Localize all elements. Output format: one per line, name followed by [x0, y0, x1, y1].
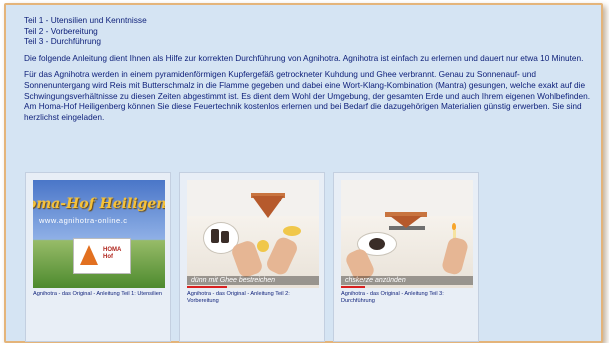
part-2-label: Teil 2 - Vorbereitung	[24, 25, 98, 36]
flame-icon	[80, 245, 98, 265]
video-thumbnail-part-3[interactable]: chskerze anzünden	[341, 180, 473, 288]
video-gallery: oma-Hof Heiligenbe www.agnihotra-online.…	[25, 172, 495, 342]
video-caption-part-1[interactable]: Agnihotra - das Original - Anleitung Tei…	[33, 291, 167, 298]
flame-icon	[452, 223, 456, 230]
ghee-bowl-icon	[283, 226, 301, 236]
video-card-part-2[interactable]: dünn mit Ghee bestreichen Agnihotra - da…	[179, 172, 325, 342]
parts-list: Teil 1 - Utensilien und Kenntnisse Teil …	[24, 15, 594, 47]
logo-line-1: HOMA	[103, 247, 122, 253]
copper-pyramid-icon	[390, 216, 422, 228]
logo-line-2: Hof	[103, 254, 113, 260]
body-paragraph: Für das Agnihotra werden in einem pyrami…	[24, 69, 591, 122]
progress-bar	[187, 286, 227, 288]
video-card-part-1[interactable]: oma-Hof Heiligenbe www.agnihotra-online.…	[25, 172, 171, 342]
thumbnail-title: oma-Hof Heiligenbe	[33, 196, 165, 212]
part-3-label: Teil 3 - Durchführung	[24, 36, 102, 47]
intro-paragraph: Die folgende Anleitung dient Ihnen als H…	[24, 52, 584, 63]
article-text: Teil 1 - Utensilien und Kenntnisse Teil …	[24, 15, 594, 122]
video-overlay-text: chskerze anzünden	[341, 276, 473, 285]
bowl-icon	[369, 238, 385, 250]
video-thumbnail-part-1[interactable]: oma-Hof Heiligenbe www.agnihotra-online.…	[33, 180, 165, 288]
video-overlay-text: dünn mit Ghee bestreichen	[187, 276, 319, 285]
video-caption-part-2[interactable]: Agnihotra - das Original - Anleitung Tei…	[187, 291, 321, 305]
progress-bar	[341, 286, 365, 288]
logo-text: HOMA Hof	[103, 247, 121, 261]
homa-hof-logo: HOMA Hof	[73, 238, 131, 274]
part-1-label: Teil 1 - Utensilien und Kenntnisse	[24, 15, 147, 25]
copper-pyramid-icon	[252, 196, 284, 218]
thumbnail-url: www.agnihotra-online.c	[39, 216, 128, 225]
video-card-part-3[interactable]: chskerze anzünden Agnihotra - das Origin…	[333, 172, 479, 342]
video-caption-part-3[interactable]: Agnihotra - das Original - Anleitung Tei…	[341, 291, 475, 305]
cow-dung-icon	[221, 231, 229, 243]
ghee-stick-icon	[257, 240, 269, 252]
video-thumbnail-part-2[interactable]: dünn mit Ghee bestreichen	[187, 180, 319, 288]
cow-dung-icon	[211, 229, 219, 243]
